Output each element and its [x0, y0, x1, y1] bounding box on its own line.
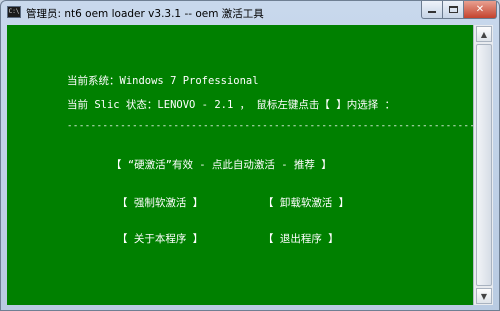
console-area: 当前系统：Windows 7 Professional 当前 Slic 状态：L… [7, 25, 481, 305]
hard-activate-option[interactable]: 【 “硬激活”有效 - 点此自动激活 - 推荐 】 [111, 157, 332, 172]
window-title: 管理员: nt6 oem loader v3.3.1 -- oem 激活工具 [26, 8, 264, 20]
uninstall-soft-activate-option[interactable]: 【 卸载软激活 】 [263, 195, 349, 210]
exit-program-option[interactable]: 【 退出程序 】 [263, 231, 339, 246]
minimize-icon [428, 11, 436, 13]
vertical-scrollbar[interactable]: ▲ ▼ [473, 25, 493, 305]
scroll-down-arrow-icon[interactable]: ▼ [476, 288, 492, 304]
minimize-button[interactable] [421, 1, 443, 19]
console-app-icon[interactable]: C:\ [7, 6, 21, 18]
scroll-up-arrow-icon[interactable]: ▲ [476, 26, 492, 42]
title-bar[interactable]: C:\ 管理员: nt6 oem loader v3.3.1 -- oem 激活… [1, 1, 500, 25]
current-system-label: 当前系统：Windows 7 Professional [67, 75, 259, 87]
maximize-button[interactable] [442, 1, 464, 19]
scrollbar-thumb[interactable] [476, 44, 492, 286]
close-icon: ✕ [475, 4, 485, 15]
maximize-icon [448, 6, 458, 13]
force-soft-activate-option[interactable]: 【 强制软激活 】 [117, 195, 203, 210]
close-button[interactable]: ✕ [463, 1, 497, 19]
separator-line: ----------------------------------------… [67, 121, 482, 131]
app-window: C:\ 管理员: nt6 oem loader v3.3.1 -- oem 激活… [0, 0, 500, 311]
about-program-option[interactable]: 【 关于本程序 】 [117, 231, 203, 246]
slic-status-label: 当前 Slic 状态：LENOVO - 2.1 ， 鼠标左键点击【 】内选择 ： [67, 99, 396, 111]
